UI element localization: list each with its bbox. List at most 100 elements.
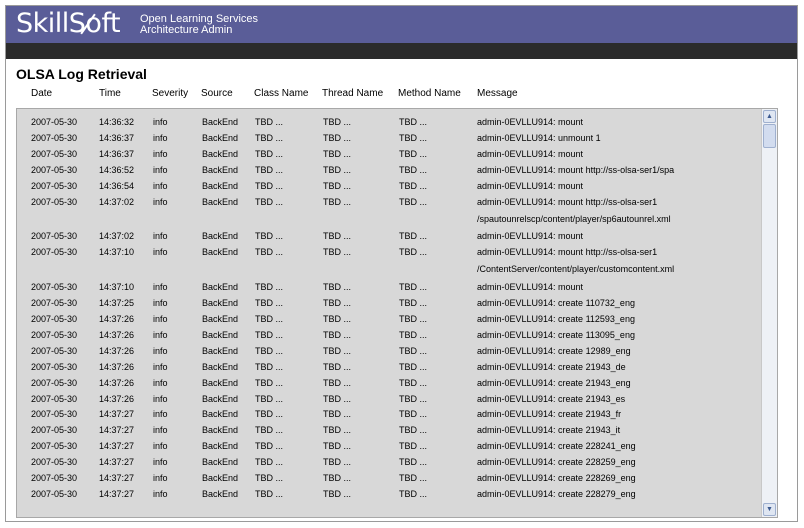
- scroll-down-arrow-icon[interactable]: ▼: [763, 503, 776, 516]
- log-cell-message: admin-0EVLLU914: mount: [477, 180, 584, 191]
- log-cell-message: admin-0EVLLU914: mount: [477, 231, 584, 242]
- log-cell-source: BackEnd: [202, 180, 239, 191]
- log-cell-message: admin-0EVLLU914: create 21943_fr: [477, 409, 622, 420]
- nav-bar: [6, 43, 797, 59]
- log-cell-thread: TBD ...: [323, 298, 352, 309]
- log-cell-date: 2007-05-30: [31, 441, 78, 452]
- log-cell-time: 14:37:27: [99, 441, 135, 452]
- scroll-thumb[interactable]: [763, 124, 776, 148]
- log-cell-source: BackEnd: [202, 473, 239, 483]
- log-cell-time: 14:37:27: [99, 457, 135, 468]
- log-cell-date: 2007-05-30: [31, 132, 78, 143]
- log-cell-date: 2007-05-30: [31, 298, 78, 309]
- logo-o-slash: o: [80, 9, 102, 39]
- log-cell-date: 2007-05-30: [31, 196, 78, 207]
- log-cell-severity: info: [153, 345, 168, 356]
- log-cell-method: TBD ...: [399, 441, 428, 452]
- column-header-source[interactable]: Source: [201, 88, 233, 99]
- log-cell-time: 14:37:26: [99, 314, 135, 324]
- log-cell-class: TBD ...: [255, 298, 284, 309]
- column-header-method[interactable]: Method Name: [398, 88, 461, 99]
- log-cell-method: TBD ...: [399, 329, 428, 340]
- log-cell-date: 2007-05-30: [31, 247, 78, 258]
- log-cell-message: admin-0EVLLU914: mount: [477, 282, 584, 293]
- log-cell-message: admin-0EVLLU914: create 228259_eng: [477, 457, 636, 468]
- log-cell-class: TBD ...: [255, 247, 284, 258]
- log-cell-severity: info: [153, 314, 168, 324]
- log-cell-source: BackEnd: [202, 282, 239, 293]
- log-cell-thread: TBD ...: [323, 247, 352, 258]
- log-cell-method: TBD ...: [399, 164, 428, 175]
- log-cell-class: TBD ...: [255, 329, 284, 340]
- log-cell-method: TBD ...: [399, 473, 428, 483]
- log-cell-source: BackEnd: [202, 393, 239, 404]
- log-cell-date: 2007-05-30: [31, 345, 78, 356]
- column-header-time[interactable]: Time: [99, 88, 121, 99]
- log-cell-source: BackEnd: [202, 148, 239, 159]
- header-banner: SkillSo ft Open Learning Services Archite…: [6, 6, 797, 43]
- log-cell-time: 14:37:26: [99, 377, 135, 388]
- log-cell-thread: TBD ...: [323, 148, 352, 159]
- log-cell-thread: TBD ...: [323, 377, 352, 388]
- log-cell-message: admin-0EVLLU914: mount http://ss-olsa-se…: [477, 196, 658, 207]
- column-header-thread[interactable]: Thread Name: [322, 88, 383, 99]
- log-cell-method: TBD ...: [399, 247, 428, 258]
- column-header-date[interactable]: Date: [31, 88, 52, 99]
- log-cell-time: 14:37:27: [99, 425, 135, 436]
- log-cell-message: admin-0EVLLU914: create 21943_it: [477, 425, 621, 436]
- log-cell-severity: info: [153, 196, 168, 207]
- column-header-severity[interactable]: Severity: [152, 88, 188, 99]
- log-cell-method: TBD ...: [399, 298, 428, 309]
- log-cell-time: 14:37:02: [99, 196, 135, 207]
- log-cell-message: admin-0EVLLU914: create 21943_es: [477, 393, 626, 404]
- log-cell-date: 2007-05-30: [31, 377, 78, 388]
- log-cell-message: admin-0EVLLU914: create 228241_eng: [477, 441, 636, 452]
- log-cell-thread: TBD ...: [323, 409, 352, 420]
- log-cell-date: 2007-05-30: [31, 282, 78, 293]
- log-cell-thread: TBD ...: [323, 329, 352, 340]
- column-header-message[interactable]: Message: [477, 88, 518, 99]
- log-cell-source: BackEnd: [202, 361, 239, 372]
- log-cell-date: 2007-05-30: [31, 409, 78, 420]
- log-cell-source: BackEnd: [202, 231, 239, 242]
- log-cell-message: admin-0EVLLU914: create 12989_eng: [477, 345, 631, 356]
- log-cell-time: 14:37:10: [99, 282, 135, 293]
- log-cell-class: TBD ...: [255, 148, 284, 159]
- log-cell-class: TBD ...: [255, 377, 284, 388]
- log-cell-time: 14:36:32: [99, 117, 135, 127]
- log-cell-thread: TBD ...: [323, 473, 352, 483]
- log-cell-method: TBD ...: [399, 393, 428, 404]
- log-cell-class: TBD ...: [255, 132, 284, 143]
- log-cell-thread: TBD ...: [323, 441, 352, 452]
- log-cell-source: BackEnd: [202, 329, 239, 340]
- log-cell-severity: info: [153, 361, 168, 372]
- vertical-scrollbar[interactable]: ▲ ▼: [761, 109, 777, 517]
- log-cell-class: TBD ...: [255, 314, 284, 324]
- log-cell-source: BackEnd: [202, 409, 239, 420]
- log-cell-severity: info: [153, 409, 168, 420]
- scroll-up-arrow-icon[interactable]: ▲: [763, 110, 776, 123]
- log-cell-message: admin-0EVLLU914: mount http://ss-olsa-se…: [477, 247, 658, 258]
- log-cell-source: BackEnd: [202, 488, 239, 499]
- log-cell-class: TBD ...: [255, 393, 284, 404]
- log-cell-method: TBD ...: [399, 488, 428, 499]
- log-cell-class: TBD ...: [255, 488, 284, 499]
- log-cell-method: TBD ...: [399, 148, 428, 159]
- log-list-panel[interactable]: 2007-05-30 14:36:32 info BackEnd TBD ... TBD …: [16, 108, 778, 518]
- log-cell-time: 14:37:26: [99, 361, 135, 372]
- column-header-class[interactable]: Class Name: [254, 88, 308, 99]
- log-cell-class: TBD ...: [255, 409, 284, 420]
- log-cell-message: admin-0EVLLU914: create 21943_de: [477, 361, 626, 372]
- log-cell-date: 2007-05-30: [31, 488, 78, 499]
- log-cell-time: 14:36:37: [99, 148, 135, 159]
- log-cell-class: TBD ...: [255, 164, 284, 175]
- log-cell-source: BackEnd: [202, 425, 239, 436]
- log-cell-method: TBD ...: [399, 345, 428, 356]
- log-cell-date: 2007-05-30: [31, 361, 78, 372]
- log-cell-thread: TBD ...: [323, 488, 352, 499]
- log-cell-source: BackEnd: [202, 441, 239, 452]
- log-cell-time: 14:36:52: [99, 164, 135, 175]
- log-cell-severity: info: [153, 180, 168, 191]
- log-cell-time: 14:37:02: [99, 231, 135, 242]
- log-cell-class: TBD ...: [255, 473, 284, 483]
